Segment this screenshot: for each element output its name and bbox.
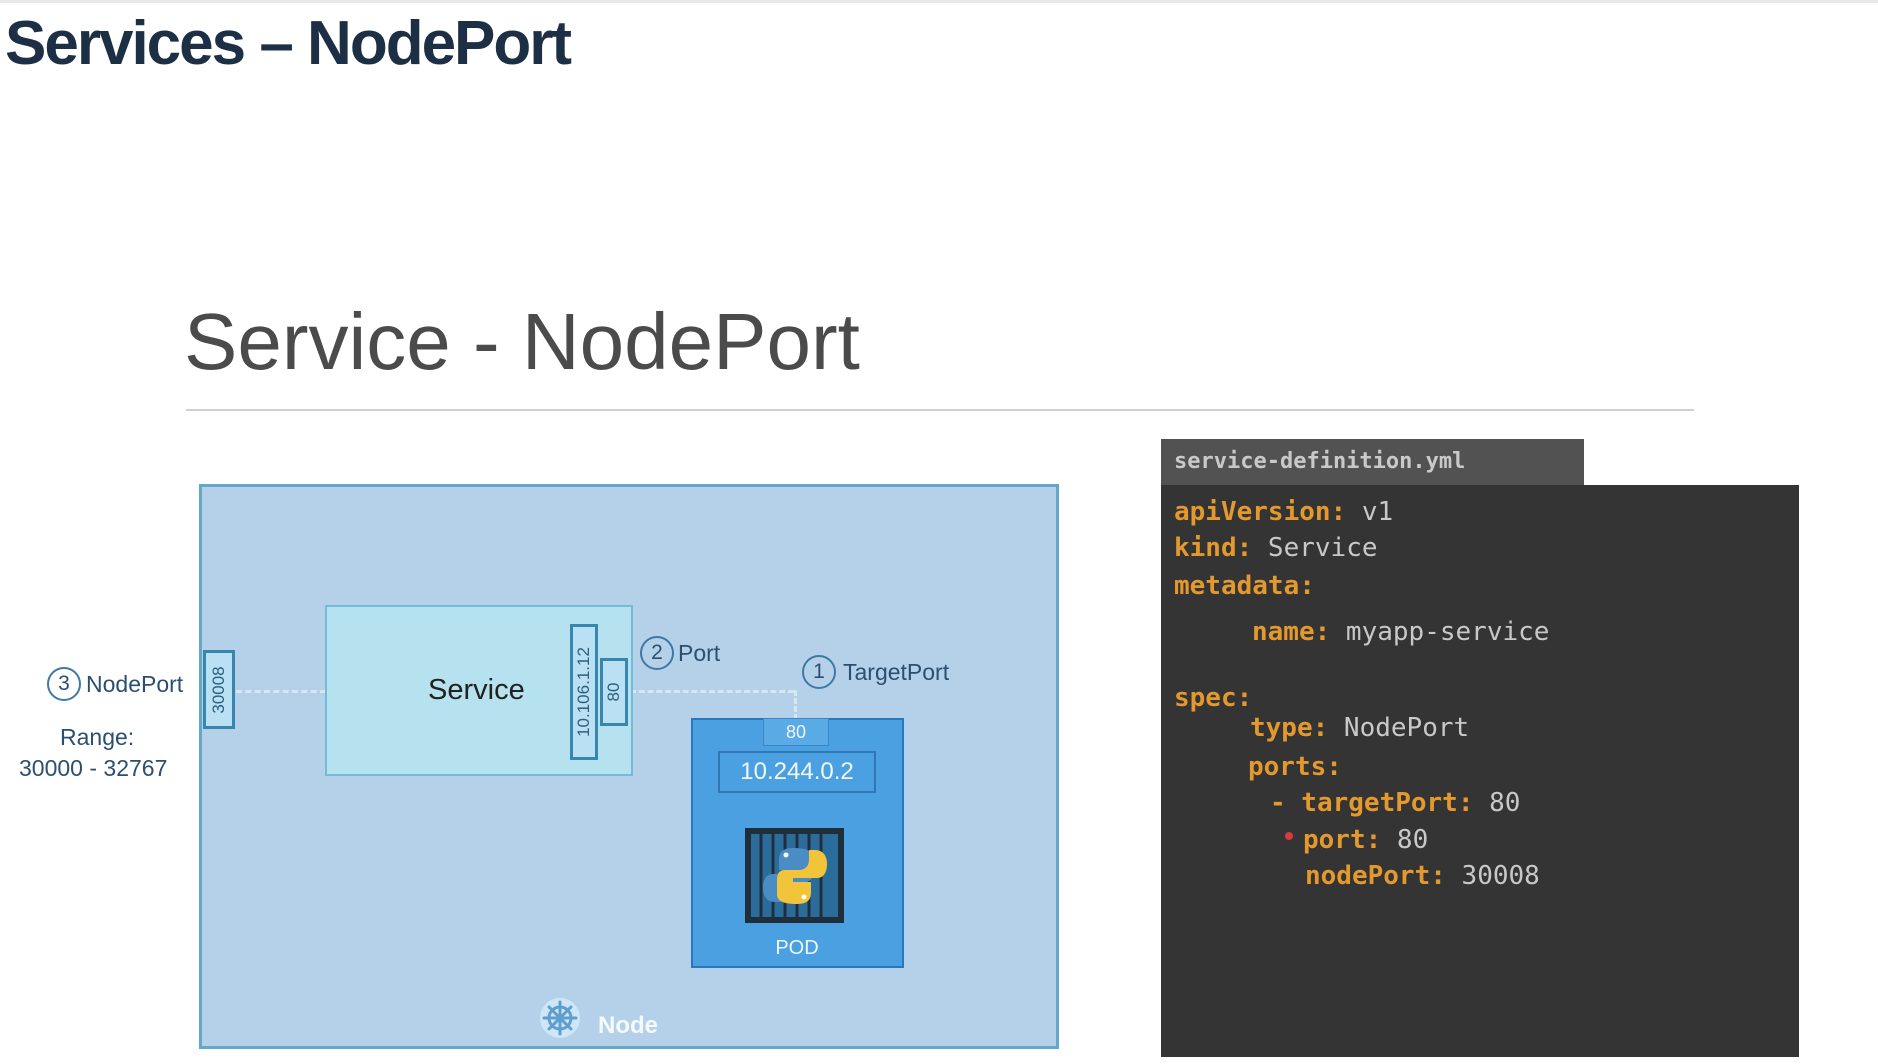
callout-number-2: 2	[640, 636, 674, 670]
pod-ip: 10.244.0.2	[718, 751, 876, 793]
yaml-line-ports: ports:	[1248, 752, 1342, 782]
kubernetes-helm-icon	[540, 998, 580, 1038]
yaml-value: 80	[1381, 825, 1429, 855]
top-border	[0, 0, 1878, 3]
yaml-key: metadata:	[1174, 571, 1315, 601]
yaml-line-spec: spec:	[1174, 683, 1252, 713]
yaml-line-metadata: metadata:	[1174, 571, 1315, 601]
yaml-line-targetport: - targetPort: 80	[1270, 788, 1520, 818]
node-port: 30008	[203, 650, 235, 729]
yaml-line-port: port: 80	[1303, 825, 1428, 855]
yaml-key: - targetPort:	[1270, 788, 1474, 818]
slide-title: Service - NodePort	[184, 297, 860, 386]
range-label: Range:	[60, 724, 135, 750]
cursor-marker	[1285, 832, 1293, 840]
targetport-connector	[794, 690, 797, 720]
service-label: Service	[428, 674, 525, 706]
callout-nodeport-label: NodePort	[86, 671, 184, 697]
yaml-key: port:	[1303, 825, 1382, 855]
yaml-value: myapp-service	[1330, 617, 1550, 647]
yaml-value: Service	[1252, 533, 1378, 563]
yaml-key: name:	[1252, 617, 1331, 647]
node-port-text: 30008	[209, 665, 228, 714]
service-port-text: 80	[604, 682, 623, 702]
yaml-value: 80	[1473, 788, 1521, 818]
callout-number-3: 3	[47, 667, 81, 701]
yaml-line-type: type: NodePort	[1250, 713, 1469, 743]
pod-port: 80	[763, 718, 829, 746]
yaml-value: 30008	[1445, 861, 1540, 891]
page-title: Services – NodePort	[5, 9, 572, 78]
yaml-key: nodePort:	[1305, 861, 1446, 891]
yaml-line-kind: kind: Service	[1174, 533, 1378, 563]
yaml-key: ports:	[1248, 752, 1342, 782]
range-value: 30000 - 32767	[19, 755, 168, 781]
yaml-key: apiVersion:	[1174, 497, 1347, 527]
service-port: 80	[600, 658, 628, 726]
yaml-line-apiversion: apiVersion: v1	[1174, 497, 1393, 527]
callout-targetport-label: TargetPort	[843, 659, 950, 685]
yaml-line-nodeport: nodePort: 30008	[1305, 861, 1540, 891]
yaml-line-name: name: myapp-service	[1252, 617, 1549, 647]
yaml-key: kind:	[1174, 533, 1253, 563]
node-label: Node	[598, 1012, 658, 1039]
service-cluster-ip-text: 10.106.1.12	[574, 647, 593, 737]
python-container-icon	[745, 828, 844, 923]
callout-port-label: Port	[678, 640, 721, 666]
callout-number-1: 1	[802, 655, 836, 689]
service-cluster-ip: 10.106.1.12	[570, 624, 598, 760]
yaml-file-tab[interactable]: service-definition.yml	[1161, 439, 1584, 486]
yaml-key: spec:	[1174, 683, 1253, 713]
yaml-key: type:	[1250, 713, 1329, 743]
yaml-filename: service-definition.yml	[1174, 449, 1466, 474]
pod-label: POD	[775, 937, 819, 959]
port-connector	[630, 690, 794, 693]
nodeport-connector	[236, 690, 326, 693]
slide-title-divider	[186, 409, 1694, 411]
yaml-value: NodePort	[1328, 713, 1470, 743]
yaml-value: v1	[1346, 497, 1394, 527]
